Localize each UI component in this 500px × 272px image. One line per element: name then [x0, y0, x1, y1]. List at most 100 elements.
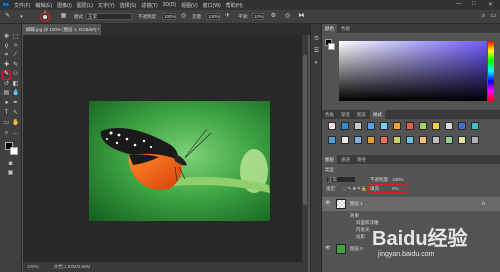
- maximize-button[interactable]: □: [472, 1, 476, 7]
- hue-slider[interactable]: [488, 41, 494, 101]
- scrollbar-thumb[interactable]: [303, 55, 307, 205]
- layer-row-1[interactable]: 👁 图层 1 fx: [322, 197, 500, 211]
- style-b11[interactable]: [458, 136, 466, 144]
- workspace-icon[interactable]: ▭: [490, 13, 497, 20]
- layer-kind-filter[interactable]: 类型: [325, 167, 334, 173]
- style-silver[interactable]: [354, 122, 362, 130]
- tab-channels[interactable]: 通道: [338, 155, 353, 164]
- style-cyan[interactable]: [380, 122, 388, 130]
- menu-edit[interactable]: 编辑(E): [35, 2, 52, 9]
- tab-styles[interactable]: 样式: [370, 110, 385, 119]
- style-b9[interactable]: [432, 136, 440, 144]
- menu-image[interactable]: 图像(I): [57, 2, 72, 9]
- eye-icon[interactable]: 👁: [325, 200, 331, 206]
- style-b10[interactable]: [445, 136, 453, 144]
- menu-type[interactable]: 文字(Y): [98, 2, 115, 9]
- active-brush-tool-icon[interactable]: ✎: [3, 71, 10, 78]
- blend-mode-select[interactable]: 正常: [326, 176, 356, 183]
- brush-preset-icon[interactable]: [43, 15, 47, 19]
- search-icon[interactable]: ⌕: [480, 13, 487, 20]
- style-none[interactable]: [328, 122, 336, 130]
- eraser-tool-icon[interactable]: ◧: [12, 81, 19, 88]
- lock-icons[interactable]: ⬚ ✎ ✥ ⌗ 🔒: [342, 186, 367, 192]
- move-tool-icon[interactable]: ✥: [3, 34, 10, 41]
- chevron-down-icon[interactable]: ▾: [18, 14, 25, 21]
- style-b4[interactable]: [367, 136, 375, 144]
- tab-swatches[interactable]: 色板: [338, 24, 353, 33]
- fill-value[interactable]: 0%: [392, 186, 399, 191]
- style-blue[interactable]: [341, 122, 349, 130]
- blur-tool-icon[interactable]: 💧: [12, 90, 19, 97]
- style-b2[interactable]: [341, 136, 349, 144]
- smoothing-settings-icon[interactable]: ⚙: [270, 13, 277, 20]
- screen-mode-icon[interactable]: ▣: [7, 170, 14, 177]
- color-picker-field[interactable]: [339, 41, 487, 101]
- vertical-scrollbar[interactable]: [302, 35, 308, 262]
- hand-tool-icon[interactable]: ✋: [12, 120, 19, 127]
- dodge-tool-icon[interactable]: ●: [3, 100, 10, 107]
- type-tool-icon[interactable]: T: [3, 110, 10, 117]
- panel-bg-swatch[interactable]: [328, 43, 335, 50]
- smoothing-field[interactable]: 10%: [252, 13, 264, 20]
- healing-brush-tool-icon[interactable]: ✚: [3, 62, 10, 69]
- menu-filter[interactable]: 滤镜(T): [141, 2, 157, 9]
- eyedropper-tool-icon[interactable]: ⁄: [12, 52, 19, 59]
- style-royal[interactable]: [458, 122, 466, 130]
- document-tab[interactable]: 蝴蝶.jpg @ 100% (图层 1, RGB/8#) *: [23, 24, 101, 35]
- clone-stamp-tool-icon[interactable]: ⚇: [12, 71, 19, 78]
- style-b7[interactable]: [406, 136, 414, 144]
- flow-field[interactable]: 100%: [206, 13, 220, 20]
- menu-window[interactable]: 窗口(W): [203, 2, 221, 9]
- tab-color[interactable]: 颜色: [322, 24, 337, 33]
- shape-tool-icon[interactable]: ▭: [3, 120, 10, 127]
- tab-patterns[interactable]: 图案: [354, 110, 369, 119]
- style-orange[interactable]: [393, 122, 401, 130]
- history-panel-icon[interactable]: ⏲: [313, 36, 320, 43]
- style-teal[interactable]: [471, 122, 479, 130]
- style-coral[interactable]: [406, 122, 414, 130]
- tab-swatches-2[interactable]: 色板: [322, 110, 337, 119]
- background-color-swatch[interactable]: [10, 147, 18, 155]
- adjustments-panel-icon[interactable]: ◐: [313, 60, 320, 67]
- mode-select[interactable]: 正常: [86, 13, 132, 20]
- style-b8[interactable]: [419, 136, 427, 144]
- menu-view[interactable]: 视图(V): [181, 2, 198, 9]
- marquee-tool-icon[interactable]: ⬚: [12, 34, 19, 41]
- quick-select-tool-icon[interactable]: ✧: [12, 43, 19, 50]
- pressure-opacity-icon[interactable]: ◎: [180, 13, 187, 20]
- crop-tool-icon[interactable]: ⌗: [3, 52, 10, 59]
- menu-layer[interactable]: 图层(L): [77, 2, 93, 9]
- brush-tool-icon[interactable]: ✎: [12, 62, 19, 69]
- butterfly-photo[interactable]: [89, 101, 270, 221]
- airbrush-icon[interactable]: ✈: [224, 13, 231, 20]
- style-b3[interactable]: [354, 136, 362, 144]
- zoom-tool-icon[interactable]: ⌕: [3, 130, 10, 137]
- menu-3d[interactable]: 3D(D): [163, 2, 176, 8]
- minimize-button[interactable]: —: [456, 1, 462, 7]
- path-select-tool-icon[interactable]: ↖: [12, 110, 19, 117]
- history-brush-tool-icon[interactable]: ↺: [3, 81, 10, 88]
- style-light[interactable]: [445, 122, 453, 130]
- quick-mask-icon[interactable]: ◙: [7, 161, 14, 168]
- brush-tool-icon[interactable]: ✎: [4, 13, 11, 20]
- close-button[interactable]: ✕: [488, 1, 493, 8]
- lasso-tool-icon[interactable]: ϙ: [3, 43, 10, 50]
- layer-opacity-value[interactable]: 100%: [392, 177, 404, 182]
- properties-panel-icon[interactable]: ☰: [313, 48, 320, 55]
- pen-tool-icon[interactable]: ✒: [12, 100, 19, 107]
- style-b12[interactable]: [471, 136, 479, 144]
- menu-help[interactable]: 帮助(H): [226, 2, 243, 9]
- gradient-tool-icon[interactable]: ▤: [3, 90, 10, 97]
- opacity-field[interactable]: 100%: [162, 13, 176, 20]
- style-b5[interactable]: [380, 136, 388, 144]
- tab-layers[interactable]: 图层: [322, 155, 337, 164]
- style-lime[interactable]: [419, 122, 427, 130]
- fx-icon[interactable]: fx: [482, 201, 486, 206]
- style-b1[interactable]: [328, 136, 336, 144]
- menu-file[interactable]: 文件(F): [14, 2, 30, 9]
- menu-select[interactable]: 选择(S): [120, 2, 137, 9]
- pressure-size-icon[interactable]: ◎: [284, 13, 291, 20]
- status-zoom[interactable]: 100%: [27, 264, 39, 269]
- style-yellow[interactable]: [432, 122, 440, 130]
- tab-paths[interactable]: 路径: [354, 155, 369, 164]
